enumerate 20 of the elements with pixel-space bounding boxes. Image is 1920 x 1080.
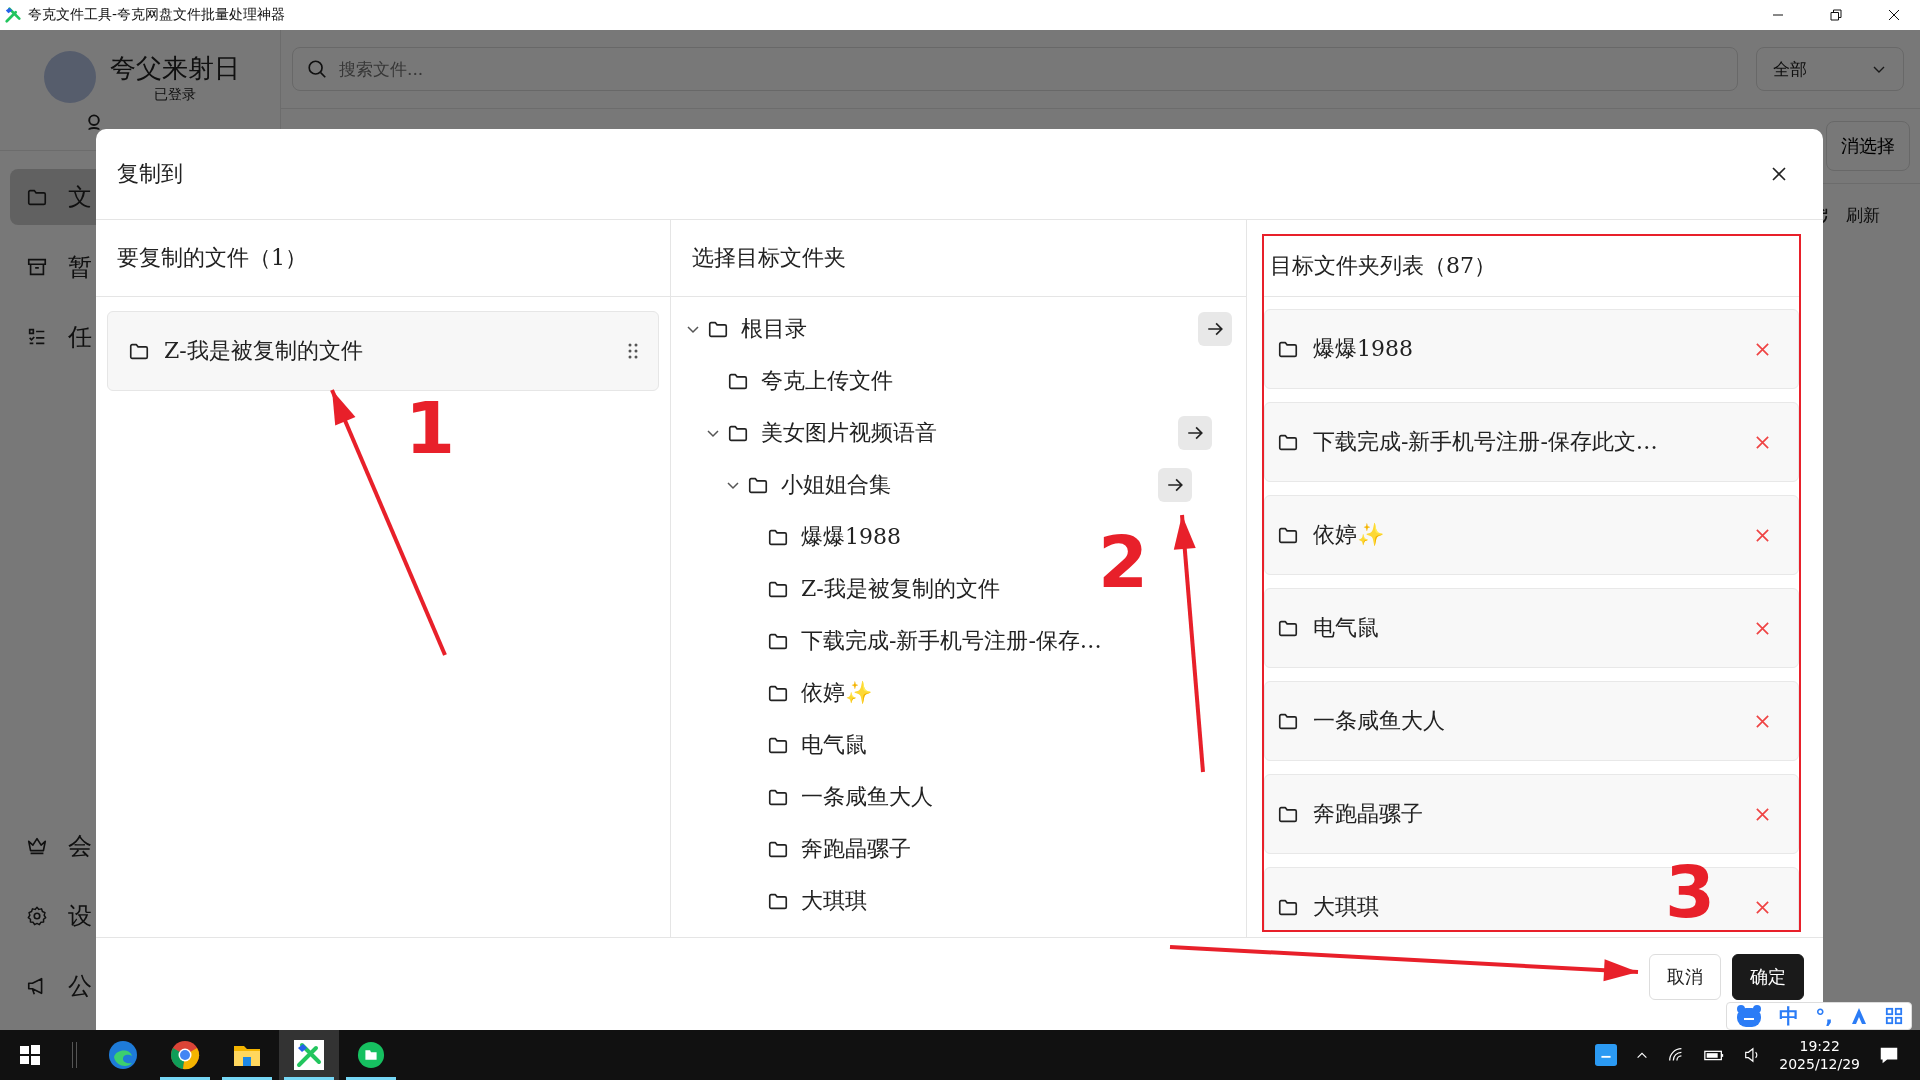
time: 19:22 [1799,1036,1840,1055]
column-heading: 目标文件夹列表（87） [1270,252,1496,280]
column-heading: 要复制的文件（1） [117,244,307,272]
dialog-title: 复制到 [117,160,183,188]
annotation-number: 3 [1665,856,1716,928]
folder-name: 电气鼠 [1313,614,1380,642]
annotation-number: 2 [1098,526,1149,598]
file-name: Z-我是被复制的文件 [164,337,364,365]
date: 2025/12/29 [1779,1055,1860,1074]
folder-name: 奔跑晶骡子 [1313,800,1424,828]
user-name: 夸父来射日 [110,51,240,85]
login-status: 已登录 [154,85,196,104]
folder-name: 依婷✨ [1313,521,1385,549]
annotation-number: 1 [405,392,456,464]
folder-name: 下载完成-新手机号注册-保存此文… [1313,428,1659,456]
column-heading: 选择目标文件夹 [692,244,846,272]
folder-name: 一条咸鱼大人 [1313,707,1446,735]
window-title: 夸克文件工具-夸克网盘文件批量处理神器 [28,6,286,24]
folder-name: 大琪琪 [1313,893,1380,921]
folder-name: 爆爆1988 [1313,335,1414,363]
